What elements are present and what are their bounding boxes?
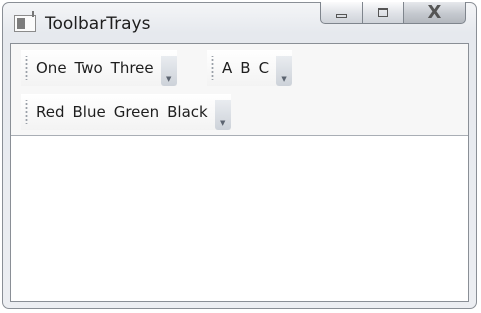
minimize-icon bbox=[336, 13, 347, 18]
chevron-down-icon: ▼ bbox=[281, 75, 287, 83]
window-title: ToolbarTrays bbox=[45, 14, 151, 34]
client-area: One Two Three ▼ A B C ▼ Red Blue Green B… bbox=[10, 43, 469, 302]
overflow-button[interactable]: ▼ bbox=[214, 100, 231, 130]
maximize-icon bbox=[378, 8, 388, 17]
toolbar-numbers: One Two Three ▼ bbox=[21, 50, 177, 86]
window-icon[interactable] bbox=[14, 11, 36, 32]
grip-icon[interactable] bbox=[207, 56, 217, 80]
toolbar-colors: Red Blue Green Black ▼ bbox=[21, 94, 231, 130]
toolbar-item-b[interactable]: B bbox=[236, 50, 254, 86]
close-button[interactable]: X bbox=[404, 2, 466, 24]
main-window: ToolbarTrays X One Two Three ▼ A B C ▼ R… bbox=[2, 2, 477, 309]
toolbar-item-one[interactable]: One bbox=[32, 50, 71, 86]
overflow-button[interactable]: ▼ bbox=[160, 56, 177, 86]
grip-icon[interactable] bbox=[21, 100, 31, 124]
overflow-button[interactable]: ▼ bbox=[276, 56, 293, 86]
caption-buttons: X bbox=[320, 2, 466, 24]
toolbar-item-three[interactable]: Three bbox=[107, 50, 158, 86]
toolbar-item-green[interactable]: Green bbox=[110, 94, 163, 130]
grip-icon[interactable] bbox=[21, 56, 31, 80]
toolbar-item-black[interactable]: Black bbox=[163, 94, 212, 130]
toolbar-tray: One Two Three ▼ A B C ▼ Red Blue Green B… bbox=[11, 44, 468, 136]
toolbar-letters: A B C ▼ bbox=[207, 50, 293, 86]
chevron-down-icon: ▼ bbox=[220, 119, 226, 127]
close-icon: X bbox=[427, 1, 442, 23]
toolbar-item-c[interactable]: C bbox=[255, 50, 273, 86]
toolbar-item-blue[interactable]: Blue bbox=[69, 94, 110, 130]
maximize-button[interactable] bbox=[363, 2, 404, 24]
toolbar-item-a[interactable]: A bbox=[218, 50, 236, 86]
chevron-down-icon: ▼ bbox=[165, 75, 172, 83]
toolbar-item-red[interactable]: Red bbox=[32, 94, 69, 130]
minimize-button[interactable] bbox=[320, 2, 363, 24]
title-bar[interactable]: ToolbarTrays X bbox=[3, 2, 476, 43]
toolbar-item-two[interactable]: Two bbox=[71, 50, 107, 86]
